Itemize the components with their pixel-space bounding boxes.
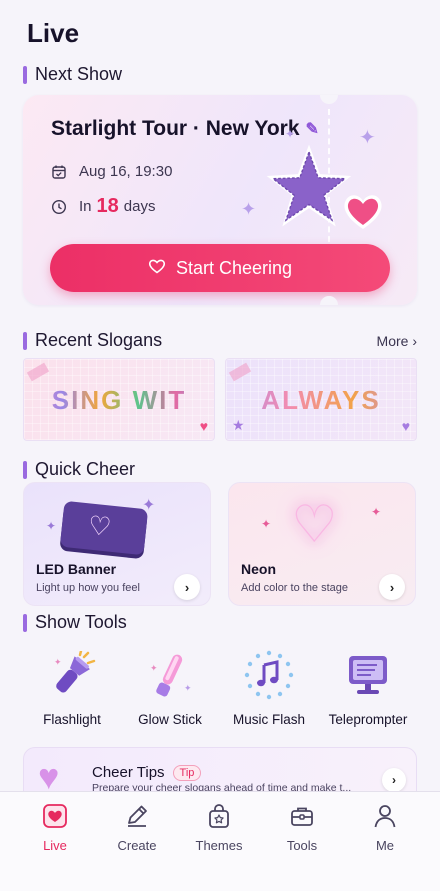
- neon-card[interactable]: ♡ ✦ ✦ Neon Add color to the stage ›: [228, 482, 416, 606]
- pencil-icon: [97, 802, 177, 830]
- tab-bar: Live Create Themes Tools Me: [0, 791, 440, 891]
- tab-label: Themes: [195, 838, 243, 853]
- slogan-text: SING WIT: [24, 385, 214, 416]
- slogan-text: ALWAYS: [226, 385, 416, 416]
- cheer-tips-title: Cheer Tips: [92, 764, 165, 781]
- quick-cheer-title: Quick Cheer: [35, 459, 136, 479]
- glow-stick-icon: ✦ ✦: [143, 648, 197, 702]
- section-bar: [23, 331, 27, 350]
- tool-label: Glow Stick: [138, 712, 202, 727]
- tip-badge: Tip: [172, 764, 202, 781]
- sparkle-icon: ✦: [46, 519, 57, 533]
- sparkle-icon: ✦: [261, 517, 272, 531]
- heart-icon: ♥: [401, 418, 410, 434]
- tool-label: Teleprompter: [328, 712, 408, 727]
- tab-label: Me: [375, 838, 395, 853]
- countdown-row: In 18 days: [51, 195, 155, 218]
- recent-slogans-title: Recent Slogans: [35, 330, 163, 350]
- chevron-right-icon[interactable]: ›: [382, 768, 406, 792]
- edit-pencil-icon[interactable]: ✎: [306, 119, 319, 139]
- section-bar: [23, 460, 27, 479]
- led-banner-card[interactable]: ♡ ✦ ✦ LED Banner Light up how you feel ›: [23, 482, 211, 606]
- tool-music-flash[interactable]: Music Flash: [224, 648, 314, 727]
- tool-flashlight[interactable]: ✦ Flashlight: [27, 648, 117, 727]
- chevron-right-icon[interactable]: ›: [174, 574, 200, 600]
- svg-text:✦: ✦: [184, 683, 192, 693]
- show-datetime: Aug 16, 19:30: [79, 163, 173, 180]
- chevron-right-icon[interactable]: ›: [379, 574, 405, 600]
- flashlight-icon: ✦: [45, 648, 99, 702]
- led-banner-title: LED Banner: [36, 561, 117, 577]
- clock-icon: [51, 199, 71, 215]
- neon-title: Neon: [241, 561, 276, 577]
- tab-label: Live: [43, 838, 67, 853]
- countdown-days: 18: [96, 195, 119, 217]
- music-flash-icon: [242, 648, 296, 702]
- next-show-header: Next Show: [23, 64, 417, 85]
- more-link[interactable]: More ›: [377, 333, 417, 349]
- live-heart-icon: [15, 802, 95, 830]
- slogan-card[interactable]: SING WIT ♥: [23, 358, 215, 441]
- tool-teleprompter[interactable]: Teleprompter: [323, 648, 413, 727]
- svg-text:✦: ✦: [54, 657, 62, 667]
- section-bar: [23, 613, 27, 632]
- led-heart-icon: ♡: [86, 509, 113, 543]
- tool-glow-stick[interactable]: ✦ ✦ Glow Stick: [125, 648, 215, 727]
- cheer-tips-title-row: Cheer Tips Tip: [92, 764, 202, 781]
- tab-me[interactable]: Me: [345, 802, 425, 853]
- tape-decoration: [26, 362, 50, 382]
- tab-create[interactable]: Create: [97, 802, 177, 853]
- countdown-prefix: In: [79, 198, 92, 215]
- sparkle-icon: ✦: [241, 199, 257, 219]
- tape-decoration: [228, 362, 252, 382]
- show-tools-header: Show Tools: [23, 612, 417, 633]
- tool-label: Music Flash: [232, 712, 305, 727]
- show-tools-title: Show Tools: [35, 612, 127, 632]
- toolbox-icon: [262, 802, 342, 830]
- next-show-card[interactable]: Starlight Tour · New York ✎ Aug 16, 19:3…: [23, 95, 417, 305]
- quick-cheer-header: Quick Cheer: [23, 459, 417, 480]
- svg-text:✦: ✦: [150, 663, 158, 673]
- tab-label: Create: [117, 838, 157, 853]
- show-date-row: Aug 16, 19:30: [51, 163, 172, 180]
- star-icon: ★: [232, 417, 245, 433]
- section-bar: [23, 65, 27, 84]
- countdown-suffix: days: [123, 198, 156, 215]
- neon-subtitle: Add color to the stage: [241, 582, 349, 594]
- show-title: Starlight Tour · New York ✎: [51, 117, 319, 141]
- next-show-title: Next Show: [35, 64, 123, 84]
- calendar-icon: [51, 164, 71, 180]
- recent-slogans-header: Recent Slogans More ›: [23, 330, 417, 351]
- person-icon: [345, 802, 425, 830]
- neon-heart-icon: ♡: [291, 496, 338, 554]
- show-title-text: Starlight Tour · New York: [51, 117, 300, 140]
- page-title: Live: [27, 18, 80, 48]
- led-banner-subtitle: Light up how you feel: [36, 582, 140, 594]
- tool-label: Flashlight: [43, 712, 101, 727]
- tab-themes[interactable]: Themes: [179, 802, 259, 853]
- slogan-card[interactable]: ALWAYS ★ ♥: [225, 358, 417, 441]
- heart-icon: ♥: [199, 418, 208, 434]
- heart-outline-icon: [148, 258, 166, 279]
- start-cheering-label: Start Cheering: [175, 257, 293, 278]
- sparkle-icon: ✦: [142, 497, 156, 514]
- start-cheering-button[interactable]: Start Cheering: [50, 244, 390, 292]
- tab-label: Tools: [286, 838, 318, 853]
- tab-tools[interactable]: Tools: [262, 802, 342, 853]
- sparkle-icon: ✦: [371, 505, 382, 519]
- sparkle-icon: ✦: [359, 127, 376, 149]
- tab-live[interactable]: Live: [15, 802, 95, 853]
- teleprompter-icon: [341, 648, 395, 702]
- bag-star-icon: [179, 802, 259, 830]
- sparkle-icon: ✦: [285, 127, 296, 141]
- pink-heart-icon: [344, 195, 382, 229]
